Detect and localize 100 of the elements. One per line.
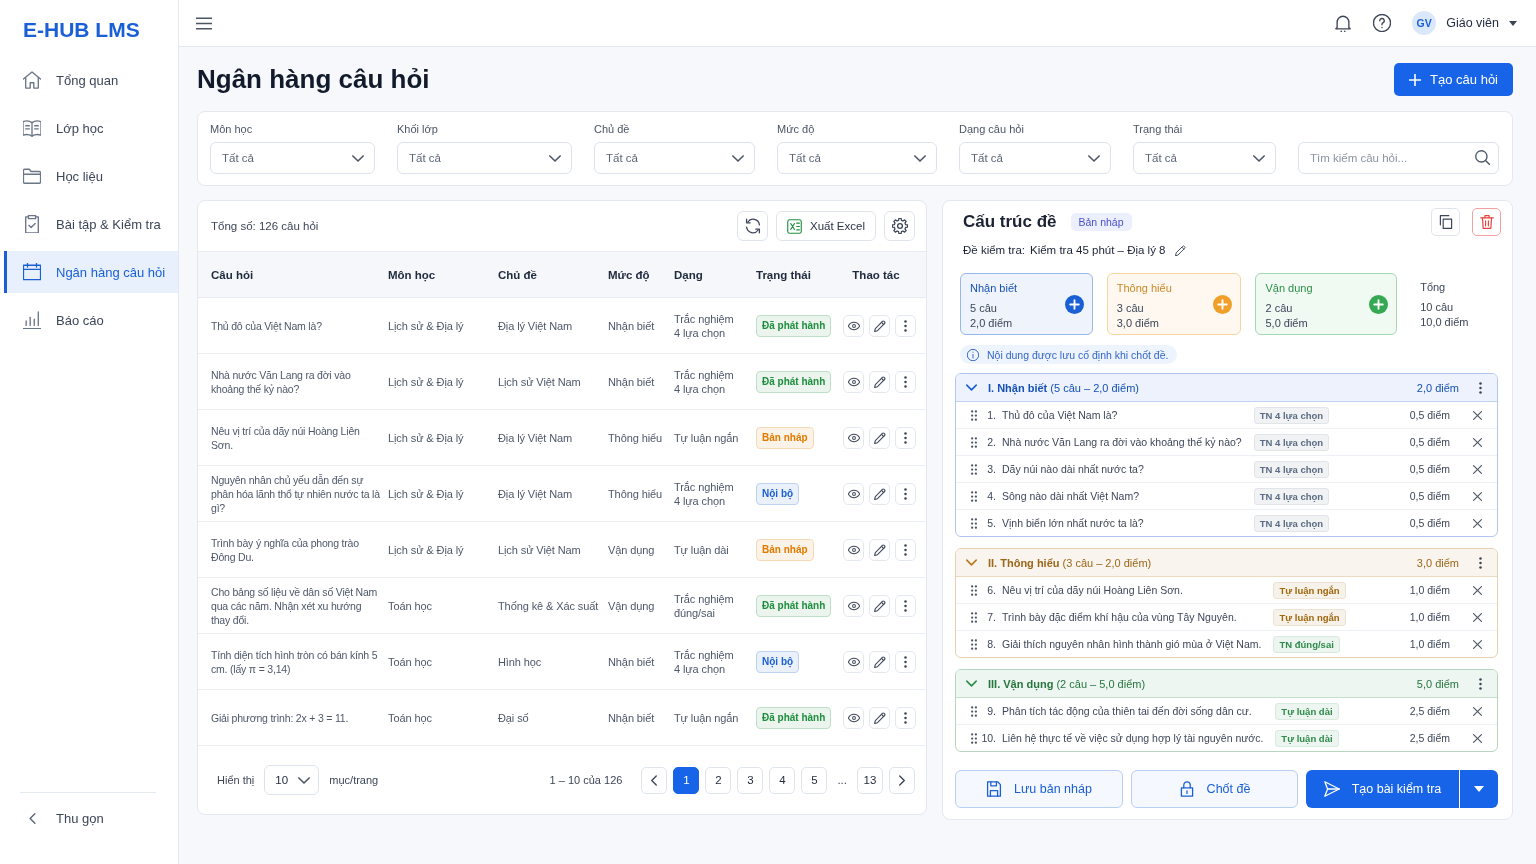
search-field[interactable]: Tìm kiếm câu hỏi... (1298, 142, 1499, 174)
nav-item[interactable]: Tổng quan (4, 59, 178, 101)
delete-button[interactable] (1472, 208, 1501, 236)
chevron-down-icon[interactable] (966, 384, 977, 391)
drag-handle-icon[interactable] (971, 517, 977, 529)
settings-button[interactable] (884, 211, 915, 241)
search-icon[interactable] (1475, 150, 1490, 165)
question-text: Nguyên nhân chủ yếu dẫn đến sự phân hóa lãnh thổ tự nhiên nước ta là gì? (211, 473, 380, 514)
drag-handle-icon[interactable] (971, 611, 977, 623)
page-button[interactable]: 3 (737, 766, 764, 794)
select-field[interactable]: Tất cả (959, 142, 1111, 174)
view-button[interactable] (843, 426, 864, 449)
edit-button[interactable] (869, 650, 890, 673)
select-field[interactable]: Tất cả (777, 142, 937, 174)
save-icon (986, 781, 1003, 797)
drag-handle-icon[interactable] (971, 638, 977, 650)
note-text: Nội dung được lưu cố định khi chốt đề. (987, 348, 1169, 361)
nav-item[interactable]: Báo cáo (4, 299, 178, 341)
edit-button[interactable] (869, 370, 890, 393)
topic-text: Lịch sử Việt Nam (498, 375, 581, 388)
view-button[interactable] (843, 370, 864, 393)
menu-icon[interactable] (196, 16, 212, 30)
close-icon[interactable] (1473, 585, 1482, 595)
page-size-select[interactable]: 10 (264, 765, 320, 795)
more-button[interactable] (895, 594, 916, 617)
more-button[interactable] (895, 706, 916, 729)
select-field[interactable]: Tất cả (397, 142, 572, 174)
page-button[interactable]: 4 (769, 766, 796, 794)
view-button[interactable] (843, 650, 864, 673)
close-icon[interactable] (1473, 410, 1482, 420)
close-icon[interactable] (1473, 518, 1482, 528)
copy-button[interactable] (1431, 208, 1460, 236)
nav-item[interactable]: Ngân hàng câu hỏi (4, 251, 178, 293)
drag-handle-icon[interactable] (971, 490, 977, 502)
select-field[interactable]: Tất cả (1133, 142, 1276, 174)
lock-exam-button[interactable]: Chốt đề (1131, 770, 1298, 808)
drag-handle-icon[interactable] (971, 705, 977, 717)
page-button[interactable]: 13 (857, 766, 883, 794)
save-draft-button[interactable]: Lưu bản nháp (955, 770, 1123, 808)
more-icon[interactable] (1479, 556, 1482, 569)
more-button[interactable] (895, 482, 916, 505)
close-icon[interactable] (1473, 491, 1482, 501)
view-button[interactable] (843, 538, 864, 561)
close-icon[interactable] (1473, 733, 1482, 743)
chevron-down-icon[interactable] (966, 680, 977, 687)
edit-button[interactable] (869, 538, 890, 561)
drag-handle-icon[interactable] (971, 463, 977, 475)
bell-icon[interactable] (1334, 14, 1353, 32)
edit-button[interactable] (869, 314, 890, 337)
plus-circle-icon[interactable] (1064, 294, 1084, 314)
chevron-down-icon[interactable] (966, 559, 977, 566)
close-icon[interactable] (1473, 464, 1482, 474)
close-icon[interactable] (1473, 706, 1482, 716)
select-field[interactable]: Tất cả (594, 142, 755, 174)
export-excel-button[interactable]: Xuất Excel (776, 211, 876, 241)
edit-button[interactable] (869, 482, 890, 505)
view-button[interactable] (843, 594, 864, 617)
close-icon[interactable] (1473, 437, 1482, 447)
page-button[interactable]: 1 (673, 766, 700, 794)
nav-item[interactable]: Học liệu (4, 155, 178, 197)
page-button[interactable]: 2 (705, 766, 732, 794)
select-field[interactable]: Tất cả (210, 142, 375, 174)
more-button[interactable] (895, 538, 916, 561)
drag-handle-icon[interactable] (971, 409, 977, 421)
view-button[interactable] (843, 706, 864, 729)
nav-item[interactable]: Bài tập & Kiểm tra (4, 203, 178, 245)
previous-page-button[interactable] (641, 766, 668, 794)
edit-button[interactable] (869, 426, 890, 449)
more-button[interactable] (895, 426, 916, 449)
close-icon[interactable] (1473, 612, 1482, 622)
more-icon[interactable] (1479, 677, 1482, 690)
collapse-button[interactable]: Thu gọn (20, 805, 104, 831)
help-icon[interactable] (1373, 14, 1392, 32)
points-text: 5,0 điểm (1265, 316, 1308, 331)
view-button[interactable] (843, 314, 864, 337)
next-page-button[interactable] (889, 766, 915, 794)
more-button[interactable] (895, 314, 916, 337)
question-text: Giải thích nguyên nhân hình thành gió mùa ở Việt Nam. (1002, 638, 1262, 650)
create-test-button[interactable]: Tạo bài kiểm tra (1306, 770, 1459, 808)
drag-handle-icon[interactable] (971, 732, 977, 744)
drag-handle-icon[interactable] (971, 584, 977, 596)
more-icon[interactable] (1479, 381, 1482, 394)
question-text: Cho bảng số liệu về dân số Việt Nam qua các năm. Nhận xét xu hướng thay đổi. (211, 585, 378, 626)
more-button[interactable] (895, 650, 916, 673)
plus-icon (1409, 73, 1422, 86)
close-icon[interactable] (1473, 639, 1482, 649)
edit-button[interactable] (869, 594, 890, 617)
user-menu-button[interactable]: Giáo viên (1446, 16, 1517, 30)
drag-handle-icon[interactable] (971, 436, 977, 448)
pencil-icon[interactable] (1174, 244, 1186, 256)
plus-circle-icon[interactable] (1369, 294, 1389, 314)
create-question-button[interactable]: Tạo câu hỏi (1394, 63, 1513, 96)
edit-button[interactable] (869, 706, 890, 729)
more-options-button[interactable] (1460, 770, 1498, 808)
page-button[interactable]: 5 (801, 766, 828, 794)
nav-item[interactable]: Lớp học (4, 107, 178, 149)
subject-text: Lịch sử & Địa lý (388, 431, 464, 444)
view-button[interactable] (843, 482, 864, 505)
refresh-button[interactable] (737, 211, 768, 241)
more-button[interactable] (895, 370, 916, 393)
